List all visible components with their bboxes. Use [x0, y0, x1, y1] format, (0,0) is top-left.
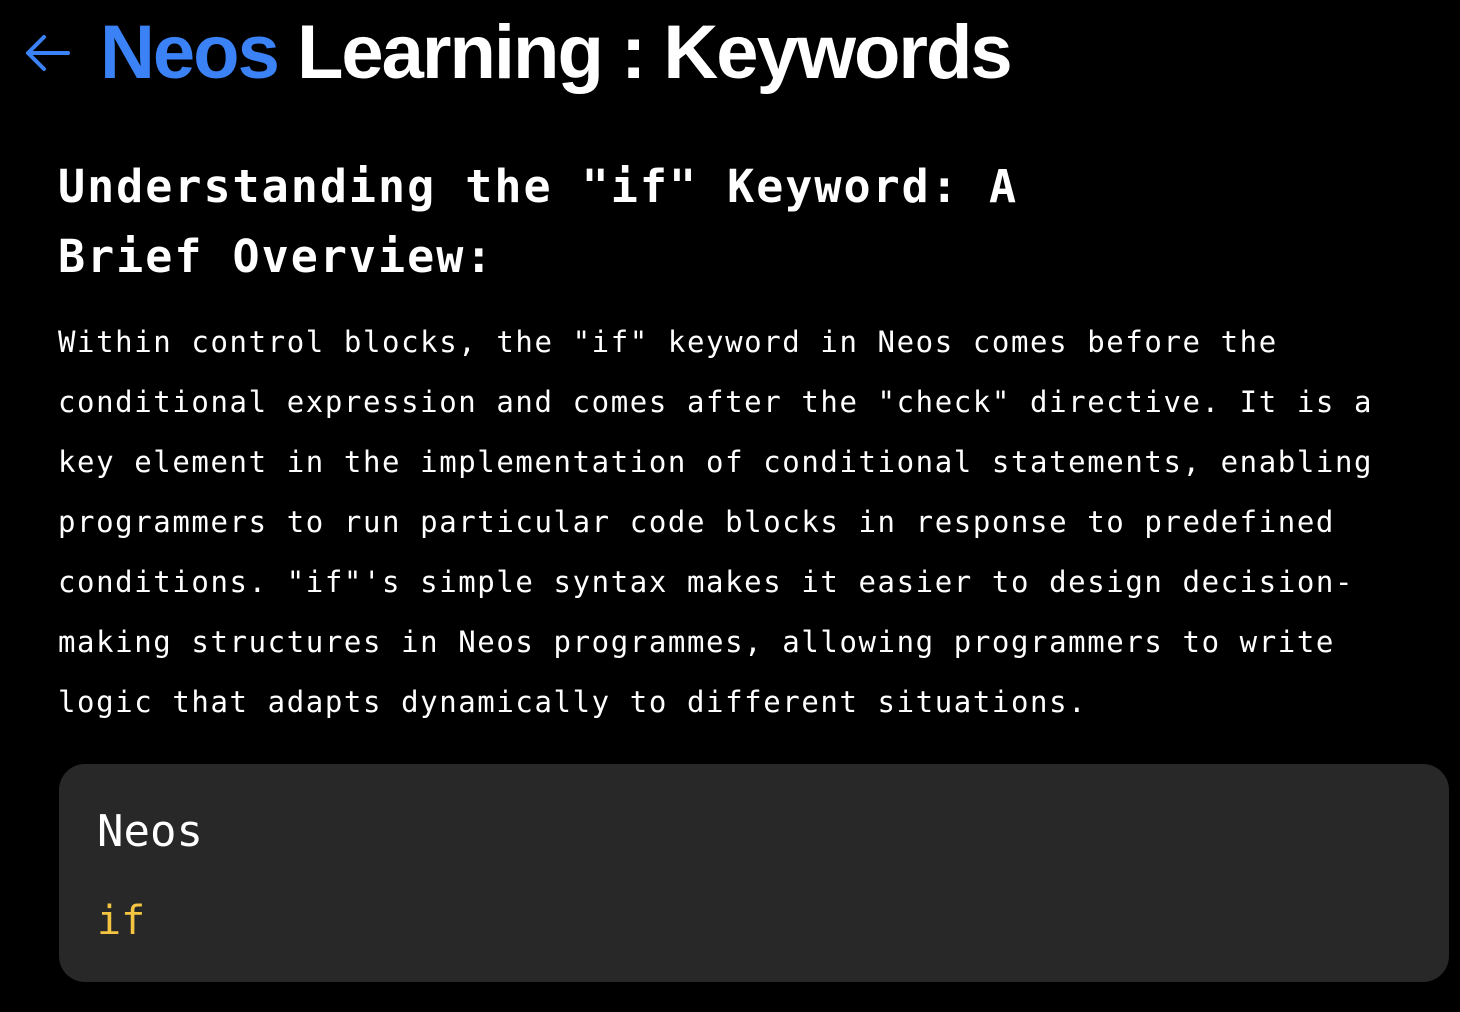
page-title-text: Learning : Keywords: [277, 10, 1013, 95]
arrow-left-icon: [26, 35, 70, 71]
header: Neos Learning : Keywords: [22, 8, 1013, 98]
page-title: Neos Learning : Keywords: [100, 15, 1013, 91]
page-title-brand: Neos: [100, 10, 280, 95]
page: Neos Learning : Keywords Understanding t…: [0, 0, 1460, 1012]
code-block: Neos if: [59, 764, 1449, 982]
code-language-label: Neos: [97, 806, 203, 857]
section-heading: Understanding the "if" Keyword: A Brief …: [58, 160, 1019, 283]
back-button[interactable]: [22, 28, 72, 78]
code-snippet: if: [97, 898, 146, 944]
article-body: Within control blocks, the "if" keyword …: [58, 325, 1374, 719]
